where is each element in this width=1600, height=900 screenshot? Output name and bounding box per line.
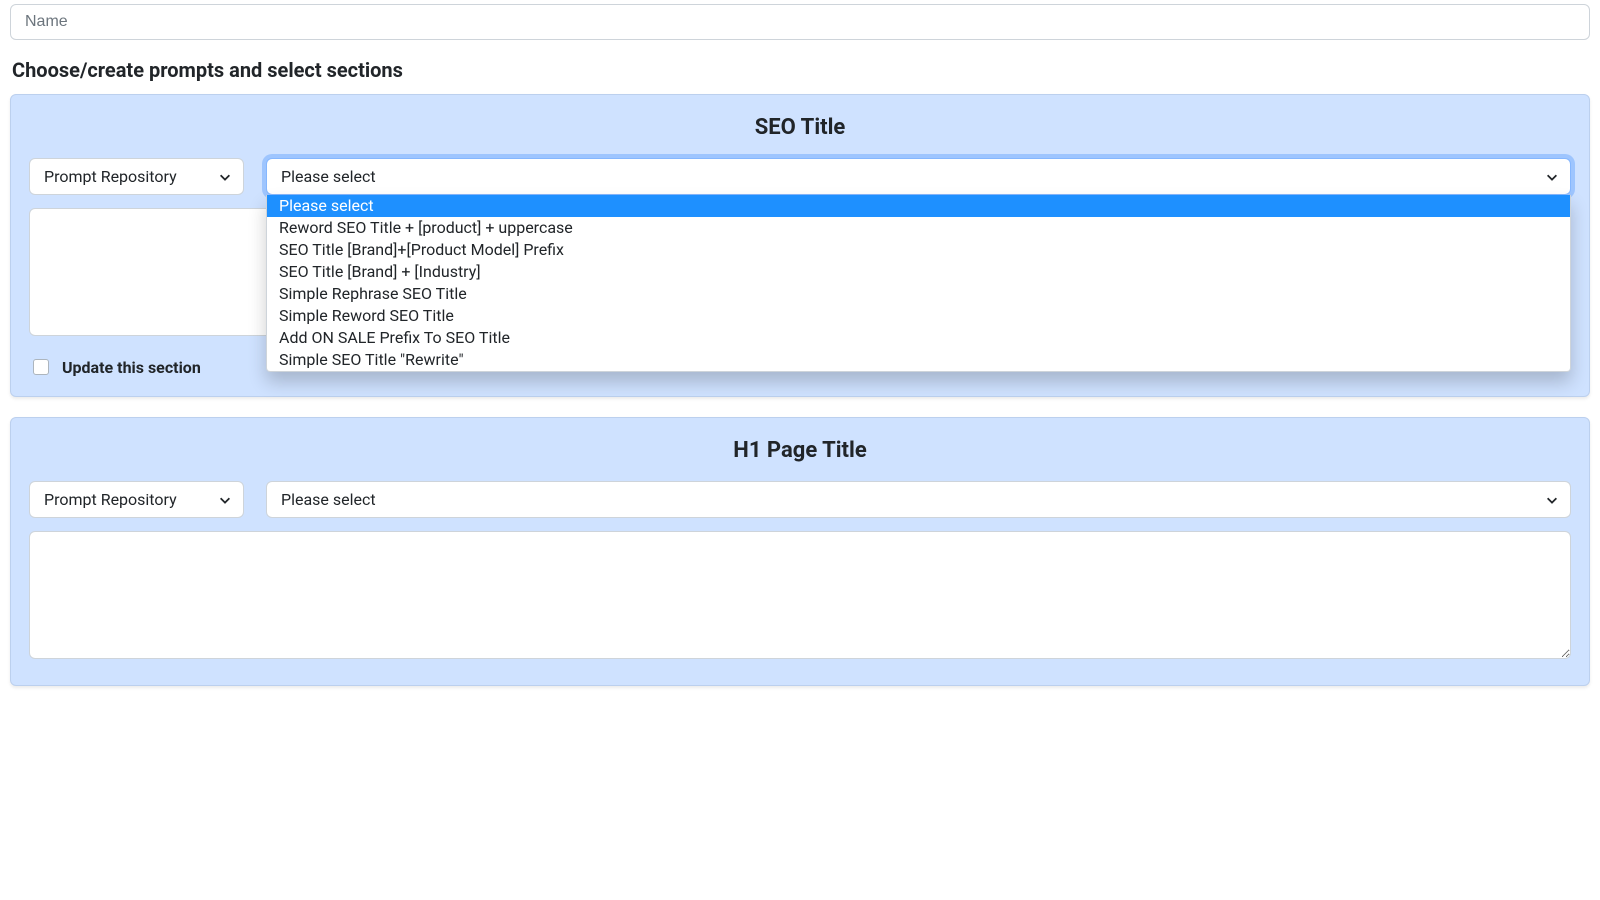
prompt-textarea[interactable] xyxy=(29,531,1571,659)
section-card-seo-title: SEO Title Prompt Repository Please selec… xyxy=(10,94,1590,397)
repo-select-wrapper: Prompt Repository xyxy=(29,481,244,518)
prompt-select-wrapper: Please select Please select Reword SEO T… xyxy=(266,158,1571,195)
dropdown-option[interactable]: Simple Reword SEO Title xyxy=(267,305,1570,327)
prompt-dropdown-list: Please select Reword SEO Title + [produc… xyxy=(266,195,1571,372)
controls-row: Prompt Repository Please select xyxy=(29,158,1571,195)
update-section-label: Update this section xyxy=(62,358,201,377)
prompt-select-value: Please select xyxy=(281,167,376,186)
section-title: H1 Page Title xyxy=(29,438,1571,463)
repo-select-label: Prompt Repository xyxy=(44,167,177,186)
controls-row: Prompt Repository Please select xyxy=(29,481,1571,518)
repo-select-label: Prompt Repository xyxy=(44,490,177,509)
dropdown-option[interactable]: Please select xyxy=(267,195,1570,217)
repo-select[interactable]: Prompt Repository xyxy=(29,158,244,195)
repo-select-wrapper: Prompt Repository xyxy=(29,158,244,195)
prompt-select-value: Please select xyxy=(281,490,376,509)
name-input[interactable] xyxy=(10,4,1590,40)
dropdown-option[interactable]: Simple Rephrase SEO Title xyxy=(267,283,1570,305)
prompt-select-wrapper: Please select xyxy=(266,481,1571,518)
dropdown-option[interactable]: SEO Title [Brand]+[Product Model] Prefix xyxy=(267,239,1570,261)
prompt-select[interactable]: Please select xyxy=(266,158,1571,195)
prompt-select[interactable]: Please select xyxy=(266,481,1571,518)
dropdown-option[interactable]: Reword SEO Title + [product] + uppercase xyxy=(267,217,1570,239)
sections-heading: Choose/create prompts and select section… xyxy=(12,58,1590,82)
update-section-checkbox[interactable] xyxy=(33,359,49,375)
section-card-h1-title: H1 Page Title Prompt Repository Please s… xyxy=(10,417,1590,686)
section-title: SEO Title xyxy=(29,115,1571,140)
dropdown-option[interactable]: Add ON SALE Prefix To SEO Title xyxy=(267,327,1570,349)
repo-select[interactable]: Prompt Repository xyxy=(29,481,244,518)
dropdown-option[interactable]: SEO Title [Brand] + [Industry] xyxy=(267,261,1570,283)
page-root: Choose/create prompts and select section… xyxy=(0,0,1600,716)
dropdown-option[interactable]: Simple SEO Title "Rewrite" xyxy=(267,349,1570,371)
